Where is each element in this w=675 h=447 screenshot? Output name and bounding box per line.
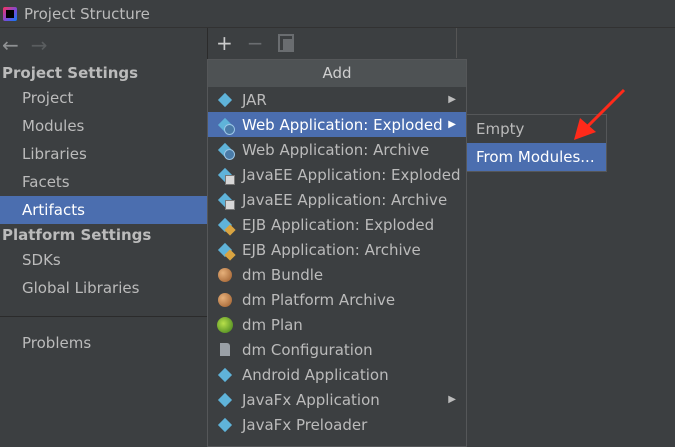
menu-item-label: Web Application: Exploded: [242, 115, 443, 134]
ejb-icon: [217, 217, 233, 233]
menu-item-javaee-application-exploded[interactable]: JavaEE Application: Exploded: [208, 162, 466, 187]
copy-icon[interactable]: [277, 34, 294, 52]
add-menu-header: Add: [208, 60, 466, 87]
sidebar-item-project[interactable]: Project: [0, 84, 207, 112]
intellij-app-icon: [3, 6, 17, 21]
submenu-arrow-icon: ▶: [448, 394, 456, 405]
menu-item-label: Android Application: [242, 365, 389, 384]
menu-item-web-application-archive[interactable]: Web Application: Archive: [208, 137, 466, 162]
menu-item-jar[interactable]: JAR ▶: [208, 87, 466, 112]
menu-item-label: JavaFx Preloader: [242, 415, 368, 434]
project-settings-heading: Project Settings: [2, 64, 139, 82]
menu-item-javaee-application-archive[interactable]: JavaEE Application: Archive: [208, 187, 466, 212]
sidebar-item-sdks[interactable]: SDKs: [0, 246, 207, 274]
menu-item-label: Web Application: Archive: [242, 140, 430, 159]
bundle-icon: [217, 292, 233, 308]
javaee-icon: [217, 167, 235, 185]
menu-item-label: dm Plan: [242, 315, 303, 334]
diamond-icon: [217, 92, 233, 108]
menu-item-label: JavaFx Application: [242, 390, 380, 409]
menu-item-ejb-application-exploded[interactable]: EJB Application: Exploded: [208, 212, 466, 237]
sidebar-item-global-libraries[interactable]: Global Libraries: [0, 274, 207, 302]
sidebar-divider: [0, 316, 207, 317]
window-title: Project Structure: [24, 4, 150, 23]
add-popup-menu: Add JAR ▶ Web Application: Exploded ▶ We…: [207, 59, 467, 447]
diamond-icon: [217, 392, 233, 408]
menu-item-label: JavaEE Application: Archive: [242, 190, 448, 209]
back-arrow-icon[interactable]: ←: [2, 35, 19, 55]
toolbar-divider: [456, 28, 457, 58]
sidebar: ← → Project Settings Project Modules Lib…: [0, 28, 208, 447]
menu-item-label: dm Bundle: [242, 265, 324, 284]
submenu-arrow-icon: ▶: [448, 94, 456, 105]
menu-item-label: EJB Application: Archive: [242, 240, 421, 259]
plan-icon: [217, 316, 233, 333]
menu-item-label: JAR: [242, 90, 267, 109]
menu-item-label: JavaEE Application: Exploded: [242, 165, 461, 184]
menu-item-javafx-application[interactable]: JavaFx Application ▶: [208, 387, 466, 412]
sidebar-item-facets[interactable]: Facets: [0, 168, 207, 196]
forward-arrow-icon[interactable]: →: [31, 35, 48, 55]
submenu-item-from-modules[interactable]: From Modules...: [467, 143, 606, 171]
javaee-icon: [217, 192, 235, 210]
bundle-icon: [217, 267, 233, 283]
sidebar-item-modules[interactable]: Modules: [0, 112, 207, 140]
add-icon[interactable]: +: [216, 33, 233, 53]
web-diamond-icon: [217, 117, 235, 135]
menu-item-dm-platform-archive[interactable]: dm Platform Archive: [208, 287, 466, 312]
menu-item-android-application[interactable]: Android Application: [208, 362, 466, 387]
artifacts-toolbar: + −: [208, 28, 466, 58]
remove-icon[interactable]: −: [247, 33, 264, 53]
web-diamond-icon: [217, 142, 235, 160]
menu-item-label: EJB Application: Exploded: [242, 215, 435, 234]
platform-settings-heading: Platform Settings: [2, 226, 152, 244]
document-icon: [217, 342, 233, 358]
diamond-icon: [217, 367, 233, 383]
sidebar-item-artifacts[interactable]: Artifacts: [0, 196, 207, 224]
navigation-row: ← →: [0, 28, 207, 62]
sidebar-item-libraries[interactable]: Libraries: [0, 140, 207, 168]
menu-item-label: dm Configuration: [242, 340, 373, 359]
menu-item-dm-bundle[interactable]: dm Bundle: [208, 262, 466, 287]
menu-item-label: dm Platform Archive: [242, 290, 396, 309]
menu-item-ejb-application-archive[interactable]: EJB Application: Archive: [208, 237, 466, 262]
sidebar-item-problems[interactable]: Problems: [0, 329, 207, 357]
menu-item-web-application-exploded[interactable]: Web Application: Exploded ▶: [208, 112, 466, 137]
submenu-arrow-icon: ▶: [448, 119, 456, 130]
annotation-arrow-icon: [574, 88, 626, 140]
menu-item-dm-configuration[interactable]: dm Configuration: [208, 337, 466, 362]
menu-item-dm-plan[interactable]: dm Plan: [208, 312, 466, 337]
ejb-icon: [217, 242, 233, 258]
title-bar: Project Structure: [0, 0, 675, 28]
diamond-icon: [217, 417, 233, 433]
menu-item-javafx-preloader[interactable]: JavaFx Preloader: [208, 412, 466, 437]
